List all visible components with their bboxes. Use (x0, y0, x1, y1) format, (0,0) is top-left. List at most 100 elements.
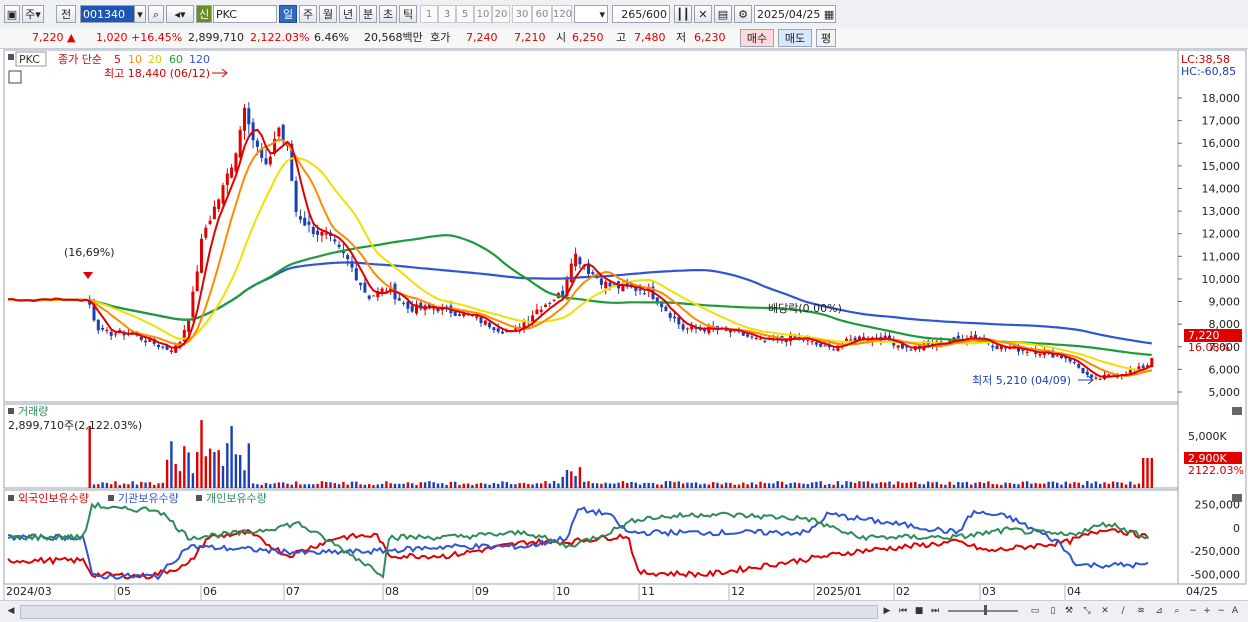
volume-bar (509, 484, 513, 488)
holding-collapse-icon[interactable] (1232, 494, 1242, 502)
period-select[interactable]: 주▾ (22, 5, 44, 23)
pyeong-button[interactable]: 평 (816, 29, 836, 47)
zoom-in-icon[interactable]: + (1200, 604, 1214, 618)
indicator-icon[interactable]: ✕ (694, 5, 712, 23)
volume-bar (1120, 482, 1123, 488)
fib-icon[interactable]: ≋ (1134, 604, 1148, 618)
tab-period-day[interactable]: 일 (279, 5, 297, 23)
stock-name-field[interactable]: PKC (213, 5, 277, 23)
search-zoom-icon[interactable]: ⌕ (1170, 604, 1184, 618)
candle-body (105, 329, 109, 331)
tab-period-month[interactable]: 월 (319, 5, 337, 23)
candle-body (810, 341, 814, 343)
scroll-track[interactable] (20, 605, 878, 619)
interval-30[interactable]: 30 (512, 5, 532, 23)
volume-bar (922, 484, 926, 488)
tab-period-week[interactable]: 주 (299, 5, 317, 23)
volume-bar (737, 484, 741, 488)
holding-indiv-menu-icon[interactable] (196, 495, 202, 501)
panel-menu-icon[interactable] (8, 54, 14, 60)
line-icon[interactable]: ∕ (1116, 604, 1130, 618)
candle-body (204, 227, 208, 238)
volume-bar (1025, 481, 1029, 488)
chart-scrollbar[interactable]: ◀ ▶ ⏮ ■ ⏭ ▭ ▯ ⚒ ⤡ ✕ ∕ ≋ ⊿ ⌕ − + − A (0, 600, 1248, 622)
volume-bar (337, 484, 341, 488)
ma-5-label: 5 (114, 53, 121, 66)
volume-bar (97, 484, 100, 488)
volume-bar (660, 484, 663, 488)
code-dropdown-chevron-icon[interactable]: ▾ (134, 5, 146, 23)
volume-bar (269, 484, 272, 488)
holding-foreign-label: 외국인보유수량 (18, 492, 89, 505)
interval-10[interactable]: 10 (474, 5, 492, 23)
scroll-first-icon[interactable]: ⏮ (896, 604, 910, 618)
interval-20[interactable]: 20 (492, 5, 510, 23)
holding-menu-icon[interactable] (8, 495, 14, 501)
window-icon[interactable]: ▣ (4, 5, 20, 23)
interval-5[interactable]: 5 (456, 5, 474, 23)
scroll-last-icon[interactable]: ⏭ (928, 604, 942, 618)
candle-body (208, 220, 212, 224)
zoom-slider-handle[interactable] (984, 605, 987, 615)
cross-icon[interactable]: ✕ (1098, 604, 1112, 618)
zoom-out-icon[interactable]: − (1186, 604, 1200, 618)
tab-period-tick[interactable]: 틱 (399, 5, 417, 23)
holding-inst-menu-icon[interactable] (108, 495, 114, 501)
layout-icon[interactable]: ▭ (1028, 604, 1042, 618)
interval-3[interactable]: 3 (438, 5, 456, 23)
tool-icon[interactable]: ⚒ (1062, 604, 1076, 618)
volume-bar (944, 484, 947, 488)
interval-60[interactable]: 60 (532, 5, 552, 23)
search-icon[interactable]: ⌕ (148, 5, 164, 23)
volume-bar (471, 484, 474, 488)
speaker-icon[interactable]: ◂▾ (166, 5, 194, 23)
shin-button[interactable]: 신 (196, 5, 212, 23)
calculator-icon[interactable] (8, 70, 22, 84)
tab-period-year[interactable]: 년 (339, 5, 357, 23)
volume-bar (681, 483, 685, 488)
volume-bar (974, 482, 977, 488)
display-count-field[interactable]: 265/600 (612, 5, 670, 23)
volume-bar (772, 483, 775, 488)
buy-button[interactable]: 매수 (740, 29, 774, 47)
volume-bar (961, 482, 964, 488)
volume-bar (174, 463, 177, 488)
volume-bar (583, 481, 586, 488)
stock-code-input[interactable]: 001340 (80, 5, 136, 23)
price-ytick: 16,000 (1202, 137, 1241, 150)
volume-collapse-icon[interactable] (1232, 407, 1242, 415)
minus-icon[interactable]: − (1214, 604, 1228, 618)
candle-body (1098, 379, 1102, 381)
interval-120[interactable]: 120 (552, 5, 572, 23)
volume-bar (1051, 481, 1055, 488)
sell-button[interactable]: 매도 (778, 29, 812, 47)
volume-bar (957, 481, 960, 488)
font-size-icon[interactable]: A (1228, 604, 1242, 618)
interval-dropdown[interactable]: ▾ (574, 5, 608, 23)
volume-bar (617, 482, 620, 488)
stock-chart[interactable]: 18,000 17,000 16,000 15,000 14,000 13,000 12,0… (0, 48, 1248, 600)
candle-type-icon[interactable]: ┃┃ (674, 5, 692, 23)
volume-bar (729, 482, 732, 488)
split-icon[interactable]: ▯ (1046, 604, 1060, 618)
tab-period-second[interactable]: 초 (379, 5, 397, 23)
candle-body (513, 328, 517, 330)
volume-bar (823, 484, 827, 488)
date-field[interactable]: 2025/04/25 ▦ (754, 5, 836, 23)
tab-period-minute[interactable]: 분 (359, 5, 377, 23)
volume-bar (1021, 481, 1024, 488)
scroll-right-icon[interactable]: ▶ (880, 604, 894, 618)
prev-button[interactable]: 전 (56, 5, 76, 23)
volume-bar (355, 481, 358, 488)
volume-bar (759, 481, 762, 488)
gear-icon[interactable]: ⚙ (734, 5, 752, 23)
zoom-slider[interactable] (948, 610, 1018, 612)
scroll-left-icon[interactable]: ◀ (4, 604, 18, 618)
volume-bar (798, 483, 801, 488)
interval-1[interactable]: 1 (420, 5, 438, 23)
stop-icon[interactable]: ■ (912, 604, 926, 618)
volume-menu-icon[interactable] (8, 408, 14, 414)
save-icon[interactable]: ▤ (714, 5, 732, 23)
ruler-icon[interactable]: ⊿ (1152, 604, 1166, 618)
trend-icon[interactable]: ⤡ (1080, 604, 1094, 618)
